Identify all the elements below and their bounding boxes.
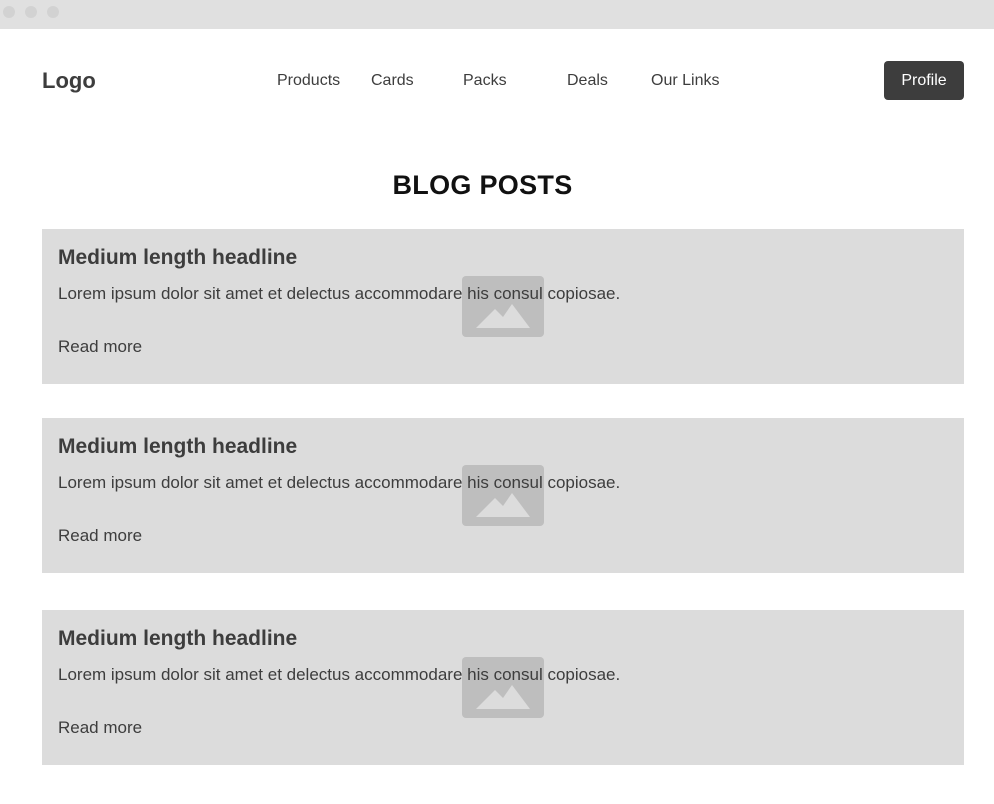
nav-link-products[interactable]: Products bbox=[277, 72, 340, 90]
read-more-link[interactable]: Read more bbox=[58, 337, 142, 357]
nav-link-deals[interactable]: Deals bbox=[567, 72, 608, 90]
post-headline: Medium length headline bbox=[58, 627, 298, 650]
blog-post-card: Medium length headline Lorem ipsum dolor… bbox=[42, 418, 964, 573]
post-headline: Medium length headline bbox=[58, 246, 298, 269]
blog-post-card: Medium length headline Lorem ipsum dolor… bbox=[42, 229, 964, 384]
post-body: Lorem ipsum dolor sit amet et delectus a… bbox=[58, 284, 621, 303]
nav-link-our-links[interactable]: Our Links bbox=[651, 72, 719, 90]
page-title: BLOG POSTS bbox=[392, 170, 573, 200]
window-maximize-dot[interactable] bbox=[47, 6, 59, 18]
nav-link-cards[interactable]: Cards bbox=[371, 72, 414, 90]
post-body: Lorem ipsum dolor sit amet et delectus a… bbox=[58, 473, 621, 492]
window-close-dot[interactable] bbox=[3, 6, 15, 18]
browser-window: Logo Products Cards Packs Deals Our Link… bbox=[0, 0, 994, 804]
logo[interactable]: Logo bbox=[42, 68, 96, 94]
nav-link-packs[interactable]: Packs bbox=[463, 72, 507, 90]
read-more-link[interactable]: Read more bbox=[58, 718, 142, 738]
read-more-link[interactable]: Read more bbox=[58, 526, 142, 546]
post-headline: Medium length headline bbox=[58, 435, 298, 458]
window-titlebar bbox=[0, 0, 994, 29]
blog-post-card: Medium length headline Lorem ipsum dolor… bbox=[42, 610, 964, 765]
post-body: Lorem ipsum dolor sit amet et delectus a… bbox=[58, 665, 621, 684]
window-minimize-dot[interactable] bbox=[25, 6, 37, 18]
profile-button[interactable]: Profile bbox=[884, 61, 964, 100]
